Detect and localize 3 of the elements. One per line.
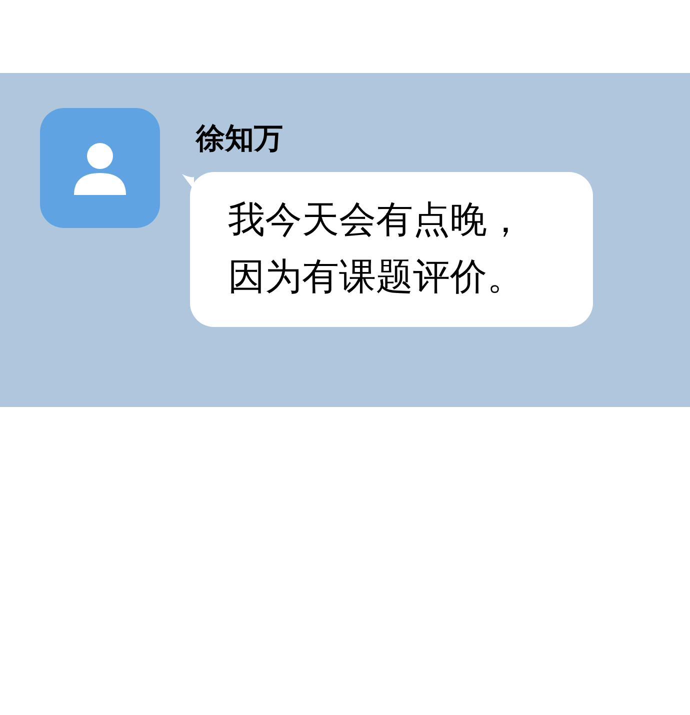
message-text: 我今天会有点晚，因为有课题评价。 [228,197,525,300]
sender-name: 徐知万 [196,120,284,156]
person-icon [73,141,127,195]
